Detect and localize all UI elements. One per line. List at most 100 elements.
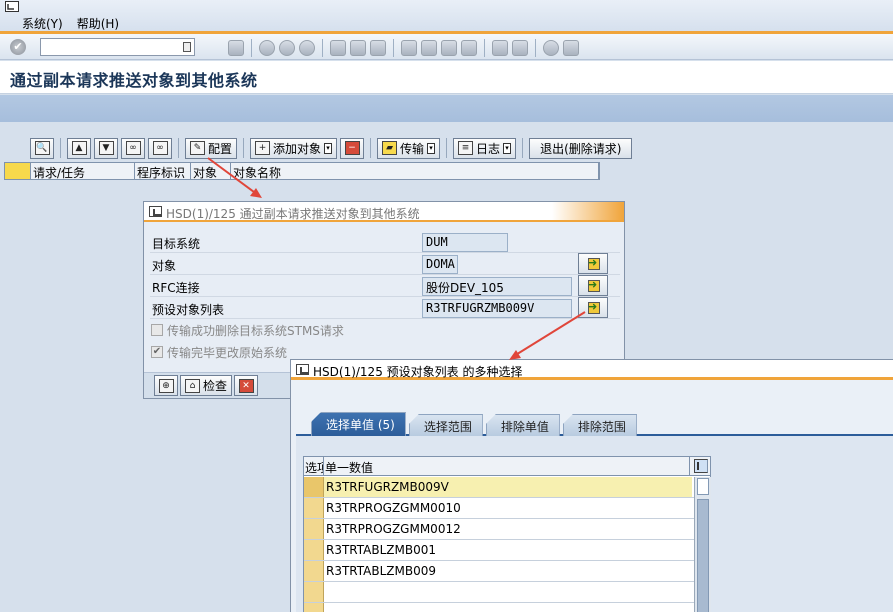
menu-help[interactable]: 帮助(H)	[77, 15, 119, 32]
row-selector[interactable]	[304, 561, 324, 581]
checkbox-change-origin-box[interactable]: ✔	[151, 346, 163, 358]
menu-system[interactable]: 系统(Y)	[22, 15, 63, 32]
magnifier-icon: 🔍	[34, 141, 50, 155]
details-button[interactable]: 🔍	[30, 137, 54, 159]
row-value-input[interactable]: R3TRPROGZGMM0012	[324, 519, 692, 539]
save-icon[interactable]	[228, 40, 244, 56]
row-value-input[interactable]: R3TRTABLZMB001	[324, 540, 692, 560]
exit-delete-request-button[interactable]: 退出(删除请求)	[529, 137, 633, 159]
scroll-up-button[interactable]	[697, 478, 709, 495]
log-button[interactable]: ≡ 日志 ▾	[453, 137, 517, 159]
object-field[interactable]: DOMA	[422, 255, 458, 274]
checkbox-change-origin[interactable]: ✔ 传输完毕更改原始系统	[151, 342, 287, 362]
tab-select-range[interactable]: 选择范围	[408, 414, 483, 436]
filter-button[interactable]: ▼	[94, 137, 118, 159]
target-system-field[interactable]: DUM	[422, 233, 508, 252]
shortcut-icon[interactable]	[512, 40, 528, 56]
table-row[interactable]: R3TRFUGRZMB009V	[304, 477, 694, 498]
delete-object-button[interactable]: −	[340, 137, 365, 159]
sort-button[interactable]: ▲	[67, 137, 91, 159]
next-page-icon[interactable]	[441, 40, 457, 56]
check-button[interactable]: ⌂ 检查	[180, 375, 233, 396]
search-button[interactable]: ∞	[121, 137, 145, 159]
previous-page-icon[interactable]	[421, 40, 437, 56]
preset-list-field[interactable]: R3TRFUGRZMB009V	[422, 299, 572, 318]
add-object-dropdown-icon[interactable]: ▾	[324, 142, 333, 154]
table-row[interactable]: R3TRTABLZMB001	[304, 540, 694, 561]
dialog2-menu-icon[interactable]	[296, 364, 309, 375]
exit-icon[interactable]	[279, 40, 295, 56]
preset-list-label: 预设对象列表	[152, 303, 225, 317]
log-dropdown-icon[interactable]: ▾	[503, 142, 512, 154]
row-selector[interactable]	[304, 582, 324, 602]
tab-exclude-single[interactable]: 排除单值	[485, 414, 560, 436]
command-field[interactable]	[40, 38, 195, 56]
row-selector[interactable]	[304, 540, 324, 560]
find-icon[interactable]	[350, 40, 366, 56]
enter-check-icon[interactable]: ✔	[10, 39, 26, 55]
help-icon[interactable]	[543, 40, 559, 56]
rfc-connection-field[interactable]: 股份DEV_105	[422, 277, 572, 296]
table-row[interactable]: R3TRTABLZMB009	[304, 561, 694, 582]
grid-settings[interactable]	[690, 457, 710, 475]
column-request-task[interactable]: 请求/任务	[31, 163, 135, 179]
single-values-grid: 选项 单一数值 R3TRFUGRZMB009V R3TRPROGZGMM0010…	[303, 456, 711, 612]
back-icon[interactable]	[259, 40, 275, 56]
multiple-selection-dialog-header: HSD(1)/125 预设对象列表 的多种选择	[291, 360, 893, 380]
last-page-icon[interactable]	[461, 40, 477, 56]
execute-button[interactable]: ⊕	[154, 375, 178, 396]
tab-select-single[interactable]: 选择单值 (5)	[311, 412, 406, 436]
column-object-name[interactable]: 对象名称	[231, 163, 599, 179]
checkbox-delete-stms-box[interactable]	[151, 324, 163, 336]
table-settings-icon[interactable]	[694, 459, 708, 473]
table-row[interactable]: R3TRPROGZGMM0012	[304, 519, 694, 540]
page-title: 通过副本请求推送对象到其他系统	[10, 71, 258, 90]
object-select-button[interactable]	[578, 253, 608, 274]
grid-col-single-value[interactable]: 单一数值	[324, 457, 690, 475]
row-selector[interactable]	[304, 477, 324, 497]
grid-col-option[interactable]: 选项	[304, 457, 324, 475]
field-row-preset-list: 预设对象列表 R3TRFUGRZMB009V	[150, 297, 620, 319]
check-label: 检查	[203, 379, 228, 393]
push-object-dialog-title: HSD(1)/125 通过副本请求推送对象到其他系统	[166, 207, 420, 221]
row-selector[interactable]	[304, 498, 324, 518]
grid-vertical-scrollbar[interactable]	[694, 477, 711, 612]
row-selector[interactable]	[304, 603, 324, 612]
table-row-empty[interactable]	[304, 582, 694, 603]
column-program-id[interactable]: 程序标识	[135, 163, 191, 179]
find-next-icon[interactable]	[370, 40, 386, 56]
first-page-icon[interactable]	[401, 40, 417, 56]
new-session-icon[interactable]	[492, 40, 508, 56]
row-value-input[interactable]: R3TRTABLZMB009	[324, 561, 692, 581]
application-toolbar: 🔍 ▲ ▼ ∞ ∞ ✎ 配置 + 添加对象 ▾ − ▰ 传输 ▾ ≡ 日志 ▾ …	[30, 137, 633, 159]
layout-menu-icon[interactable]	[563, 40, 579, 56]
row-value-input[interactable]: R3TRPROGZGMM0010	[324, 498, 692, 518]
cancel-icon[interactable]	[299, 40, 315, 56]
row-value-input[interactable]	[324, 603, 692, 612]
row-value-input[interactable]	[324, 582, 692, 602]
scroll-thumb[interactable]	[697, 499, 709, 612]
log-icon: ≡	[458, 141, 474, 155]
table-row[interactable]: R3TRPROGZGMM0010	[304, 498, 694, 519]
search-next-button[interactable]: ∞	[148, 137, 172, 159]
transport-button[interactable]: ▰ 传输 ▾	[377, 137, 441, 159]
window-menu-icon[interactable]	[5, 1, 19, 12]
column-object[interactable]: 对象	[191, 163, 231, 179]
command-history-dropdown-icon[interactable]	[183, 42, 191, 52]
preset-list-multi-select-button[interactable]	[578, 297, 608, 318]
row-value-input[interactable]: R3TRFUGRZMB009V	[324, 477, 692, 497]
close-dialog-button[interactable]: ✕	[234, 375, 259, 396]
add-object-button[interactable]: + 添加对象 ▾	[250, 137, 338, 159]
dialog-menu-icon[interactable]	[149, 206, 162, 217]
row-selector[interactable]	[304, 519, 324, 539]
rfc-select-button[interactable]	[578, 275, 608, 296]
sort-icon: ▲	[71, 141, 87, 155]
add-object-icon: +	[255, 141, 271, 155]
checkbox-delete-stms[interactable]: 传输成功删除目标系统STMS请求	[151, 320, 344, 340]
table-row-empty[interactable]	[304, 603, 694, 612]
tab-exclude-range[interactable]: 排除范围	[562, 414, 637, 436]
print-icon[interactable]	[330, 40, 346, 56]
config-button[interactable]: ✎ 配置	[185, 137, 238, 159]
transport-dropdown-icon[interactable]: ▾	[427, 142, 436, 154]
select-all-icon[interactable]	[5, 163, 31, 179]
